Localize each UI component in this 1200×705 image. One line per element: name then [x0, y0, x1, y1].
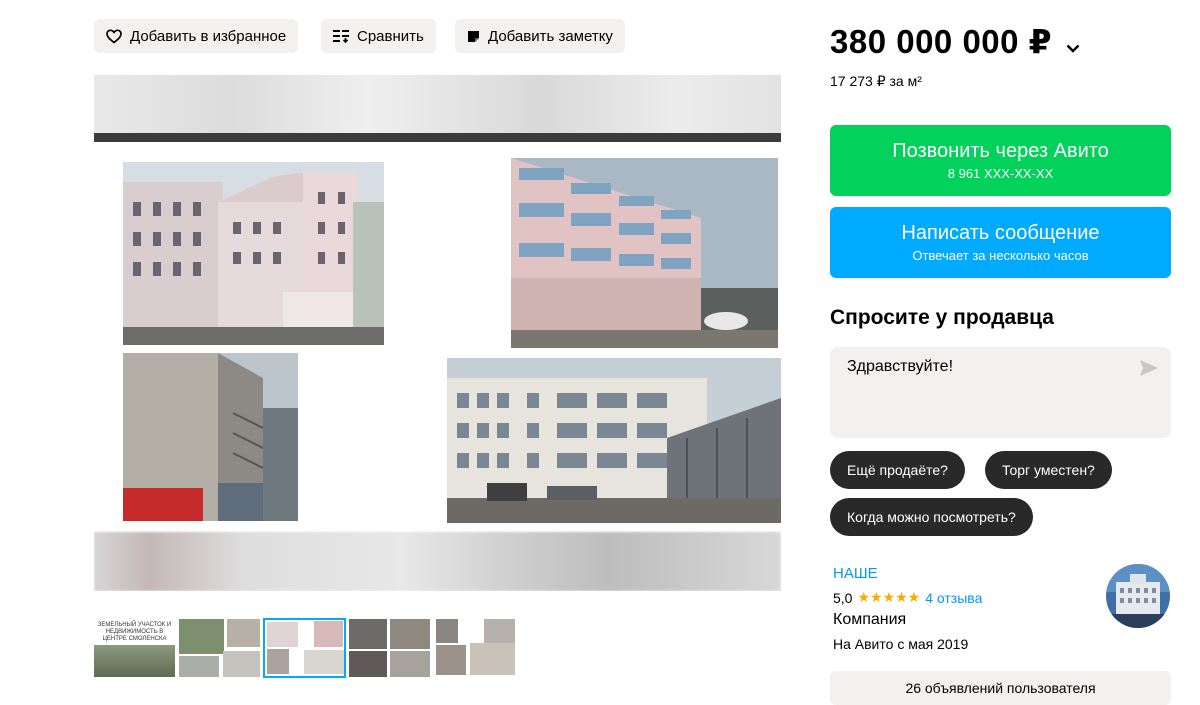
- note-icon: [467, 30, 480, 43]
- building-photo-2: [511, 158, 778, 348]
- seller-name[interactable]: НАШЕ: [833, 565, 878, 582]
- photo-top-blur: [94, 75, 781, 133]
- building-photo-3: [123, 353, 298, 521]
- quick-question-bargain[interactable]: Торг уместен?: [985, 451, 1112, 489]
- ask-seller-title: Спросите у продавца: [830, 306, 1054, 329]
- seller-avatar[interactable]: [1106, 564, 1170, 628]
- price-value: 380 000 000 ₽: [830, 23, 1053, 60]
- reviews-link[interactable]: 4 отзыва: [925, 590, 982, 606]
- add-to-favorites-button[interactable]: Добавить в избранное: [94, 19, 299, 53]
- add-to-favorites-label: Добавить в избранное: [130, 27, 287, 45]
- call-button-phone: 8 961 XXX-XX-XX: [947, 166, 1054, 181]
- quick-question-still-selling[interactable]: Ещё продаёте?: [830, 451, 965, 489]
- message-box: Здравствуйте!: [830, 347, 1171, 438]
- call-button[interactable]: Позвонить через Авито 8 961 XXX-XX-XX: [830, 125, 1171, 196]
- write-message-button[interactable]: Написать сообщение Отвечает за несколько…: [830, 207, 1171, 278]
- add-note-label: Добавить заметку: [488, 27, 613, 45]
- seller-type: Компания: [833, 611, 907, 628]
- price: 380 000 000 ₽: [830, 22, 1080, 61]
- compare-icon: [333, 29, 349, 43]
- quick-question-viewing[interactable]: Когда можно посмотреть?: [830, 498, 1033, 536]
- add-note-button[interactable]: Добавить заметку: [455, 19, 625, 53]
- thumbnail-caption: ЗЕМЕЛЬНЫЙ УЧАСТОК И НЕДВИЖИМОСТЬ В ЦЕНТР…: [94, 619, 175, 645]
- thumbnail-2[interactable]: [179, 619, 260, 677]
- rating-value: 5,0: [833, 589, 853, 606]
- thumbnail-4[interactable]: [349, 619, 430, 677]
- chevron-down-icon[interactable]: [1066, 23, 1080, 61]
- star-icons: ★★★★★: [857, 589, 921, 605]
- write-message-label: Написать сообщение: [901, 222, 1100, 244]
- heart-icon: [106, 28, 122, 44]
- price-per-m2: 17 273 ₽ за м²: [830, 73, 922, 89]
- photo-dark-bar: [94, 133, 781, 142]
- building-photo-4: [447, 358, 781, 523]
- photo-bottom-blur: [94, 532, 781, 591]
- seller-rating: 5,0 ★★★★★ 4 отзыва: [833, 589, 982, 606]
- main-photo[interactable]: [94, 75, 781, 591]
- send-icon[interactable]: [1139, 359, 1159, 382]
- compare-label: Сравнить: [357, 27, 424, 45]
- seller-since: На Авито с мая 2019: [833, 636, 969, 652]
- building-photo-1: [123, 162, 384, 345]
- message-input[interactable]: Здравствуйте!: [830, 347, 1130, 438]
- thumbnail-3[interactable]: [263, 618, 346, 678]
- thumbnail-5[interactable]: [434, 619, 515, 677]
- call-button-label: Позвонить через Авито: [892, 140, 1109, 162]
- seller-listings-button[interactable]: 26 объявлений пользователя: [830, 671, 1171, 705]
- compare-button[interactable]: Сравнить: [321, 19, 436, 53]
- response-time: Отвечает за несколько часов: [912, 248, 1089, 263]
- photo-collage: [94, 142, 781, 532]
- thumbnail-1[interactable]: ЗЕМЕЛЬНЫЙ УЧАСТОК И НЕДВИЖИМОСТЬ В ЦЕНТР…: [94, 619, 175, 677]
